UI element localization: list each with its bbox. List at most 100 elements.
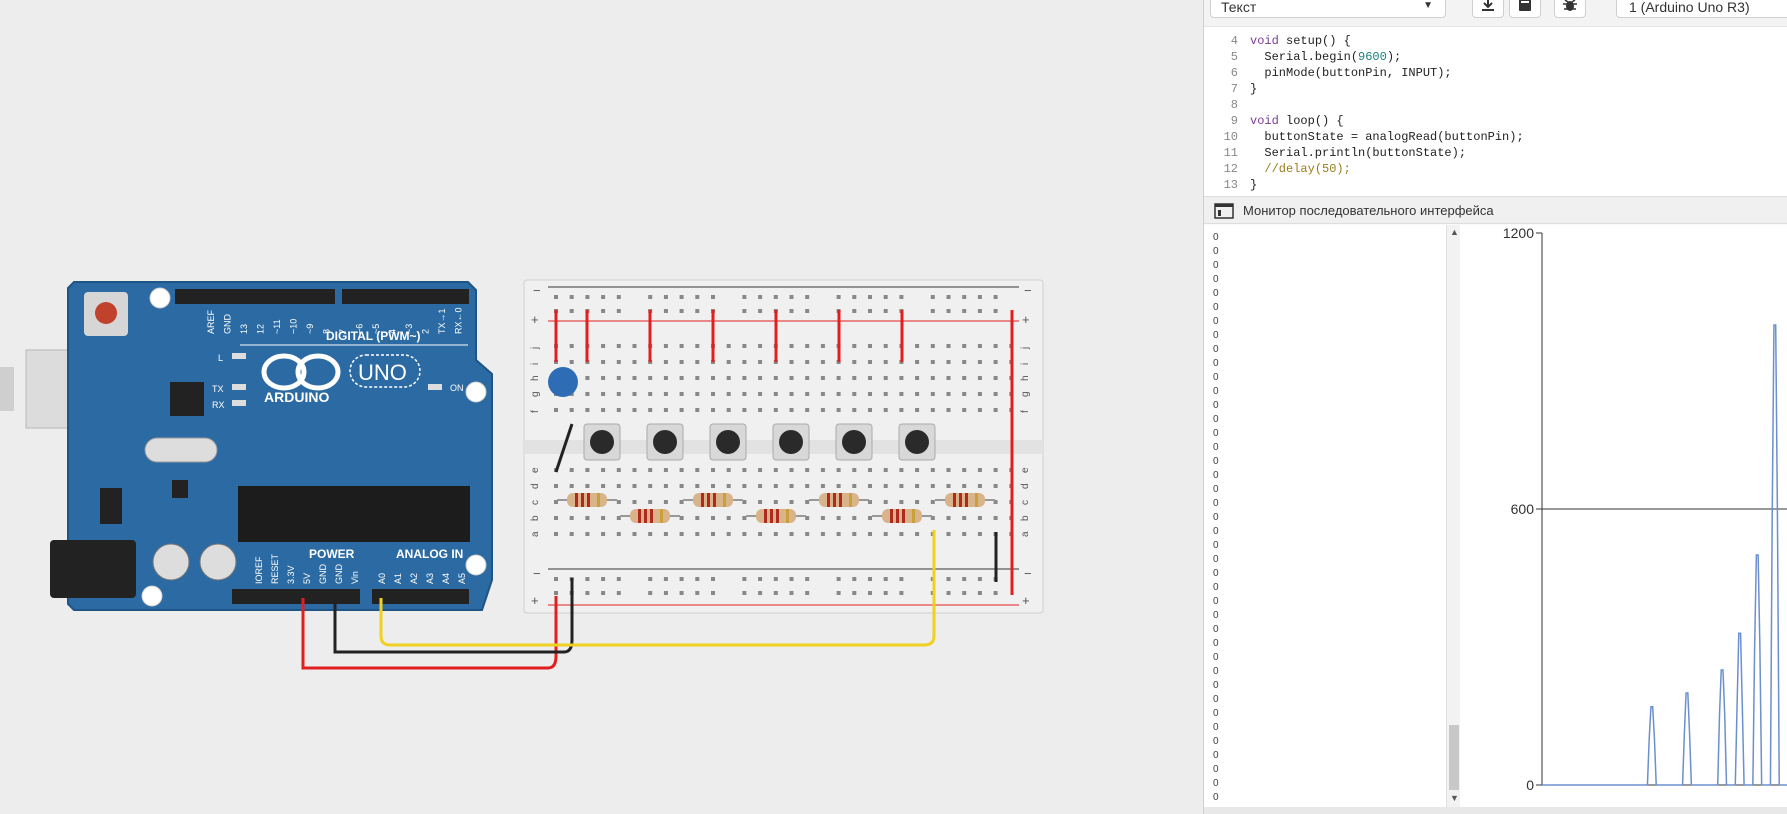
pin-label: ~10 <box>289 319 299 334</box>
chevron-up-icon[interactable]: ▲ <box>1450 227 1459 237</box>
rail-minus-label: − <box>533 566 541 581</box>
debug-bug-icon <box>1563 0 1577 11</box>
serial-value: 0 <box>1213 358 1219 369</box>
download-button[interactable] <box>1472 0 1504 18</box>
code-panel: Текст ▼ 1 (Arduino Uno R3) 4 5 6 7 8 9 10 11 12 1… <box>1203 0 1787 814</box>
row-label: f <box>530 410 541 413</box>
power-jack <box>50 540 136 598</box>
chevron-down-icon[interactable]: ▼ <box>1450 793 1459 803</box>
rail-plus-label: + <box>531 593 539 608</box>
serial-value: 0 <box>1213 400 1219 411</box>
pin-label: 7 <box>338 329 348 334</box>
serial-value: 0 <box>1213 274 1219 285</box>
code-line: void setup() { <box>1250 34 1351 48</box>
brand-label: ARDUINO <box>264 389 329 405</box>
code-line: //delay(50); <box>1264 162 1351 176</box>
code-line: buttonState = analogRead(buttonPin); <box>1250 130 1524 144</box>
pushbutton[interactable] <box>835 423 873 461</box>
serial-value: 0 <box>1213 652 1219 663</box>
pin-label: A1 <box>393 573 403 584</box>
serial-value: 0 <box>1213 582 1219 593</box>
pushbutton[interactable] <box>709 423 747 461</box>
serial-monitor-title: Монитор последовательного интерфейса <box>1243 203 1494 218</box>
row-label: a <box>1020 531 1031 537</box>
row-label: d <box>530 483 541 489</box>
serial-value: 0 <box>1213 624 1219 635</box>
atmega-chip[interactable] <box>238 486 470 542</box>
capacitor <box>199 543 237 581</box>
mounting-hole <box>141 585 163 607</box>
serial-value: 0 <box>1213 722 1219 733</box>
serial-output[interactable]: 0 0 0 0 0 0 0 0 0 0 0 0 0 0 0 0 0 0 0 0 0 0 0 0 0 0 0 0 0 0 0 0 0 0 0 0 0 0 0 0… <box>1204 225 1446 807</box>
library-icon <box>1519 0 1531 11</box>
serial-value: 0 <box>1213 316 1219 327</box>
regulator <box>100 488 122 524</box>
ceramic-capacitor[interactable] <box>548 367 578 397</box>
serial-value: 0 <box>1213 610 1219 621</box>
power-label: POWER <box>309 547 355 561</box>
pin-label: RESET <box>270 553 280 584</box>
usb-chip <box>170 382 204 416</box>
pin-label: 12 <box>256 324 266 334</box>
line-number: 4 <box>1230 34 1238 48</box>
serial-value: 0 <box>1213 484 1219 495</box>
library-button[interactable] <box>1509 0 1541 18</box>
serial-value: 0 <box>1213 246 1219 257</box>
board-select[interactable]: 1 (Arduino Uno R3) <box>1616 0 1787 18</box>
row-label: e <box>1020 467 1031 473</box>
serial-value: 0 <box>1213 372 1219 383</box>
line-numbers: 4 5 6 7 8 9 10 11 12 13 <box>1204 33 1238 193</box>
serial-scrollbar[interactable]: ▲ ▼ <box>1446 225 1461 807</box>
row-label: g <box>1020 391 1031 397</box>
usb-connector <box>0 367 14 411</box>
pushbutton[interactable] <box>772 423 810 461</box>
code-mode-label: Текст <box>1221 0 1257 15</box>
rail-plus-label: + <box>531 312 539 327</box>
reset-button-cap[interactable] <box>95 302 117 324</box>
debug-button[interactable] <box>1554 0 1586 18</box>
pin-label: 3.3V <box>286 565 296 584</box>
serial-value: 0 <box>1213 736 1219 747</box>
pushbutton[interactable] <box>583 423 621 461</box>
line-number: 5 <box>1230 50 1238 64</box>
mounting-hole <box>465 381 487 403</box>
row-label: b <box>1020 515 1031 521</box>
row-label: i <box>530 363 541 365</box>
pin-label: A5 <box>457 573 467 584</box>
pushbutton[interactable] <box>898 423 936 461</box>
analog-label: ANALOG IN <box>396 547 463 561</box>
pin-label: ~9 <box>305 324 315 334</box>
code-line: } <box>1250 82 1258 96</box>
pin-label: A0 <box>377 573 387 584</box>
circuit-diagram[interactable]: L TX RX ON ARDUINO UNO DIGITAL (PWM~) PO… <box>0 0 1203 814</box>
pin-label: GND <box>223 314 233 335</box>
serial-value: 0 <box>1213 680 1219 691</box>
rail-minus-label: − <box>1024 566 1032 581</box>
row-label: d <box>1020 483 1031 489</box>
line-number: 7 <box>1230 82 1238 96</box>
code-mode-select[interactable]: Текст ▼ <box>1210 0 1446 18</box>
code-editor[interactable]: 4 5 6 7 8 9 10 11 12 13 void setup() { Serial.beg… <box>1204 26 1787 197</box>
chevron-down-icon: ▼ <box>1423 0 1433 11</box>
row-label: g <box>530 391 541 397</box>
code-text[interactable]: void setup() { Serial.begin(9600); pinMo… <box>1250 33 1524 193</box>
scroll-thumb[interactable] <box>1449 725 1459 790</box>
pin-label: GND <box>318 564 328 585</box>
serial-monitor-header[interactable]: Монитор последовательного интерфейса <box>1204 196 1787 224</box>
line-number: 9 <box>1230 114 1238 128</box>
line-number: 8 <box>1230 98 1238 112</box>
serial-value: 0 <box>1213 540 1219 551</box>
serial-value: 0 <box>1213 232 1219 243</box>
serial-value: 0 <box>1213 428 1219 439</box>
led-tx <box>232 384 246 390</box>
serial-value: 0 <box>1213 638 1219 649</box>
y-tick-label: 1200 <box>1503 225 1534 241</box>
serial-value: 0 <box>1213 708 1219 719</box>
circuit-canvas[interactable]: L TX RX ON ARDUINO UNO DIGITAL (PWM~) PO… <box>0 0 1203 814</box>
pin-label: 13 <box>239 324 249 334</box>
pushbutton[interactable] <box>646 423 684 461</box>
pin-label: Vin <box>350 571 360 584</box>
led-on <box>428 384 442 390</box>
led-label-l: L <box>218 353 223 363</box>
